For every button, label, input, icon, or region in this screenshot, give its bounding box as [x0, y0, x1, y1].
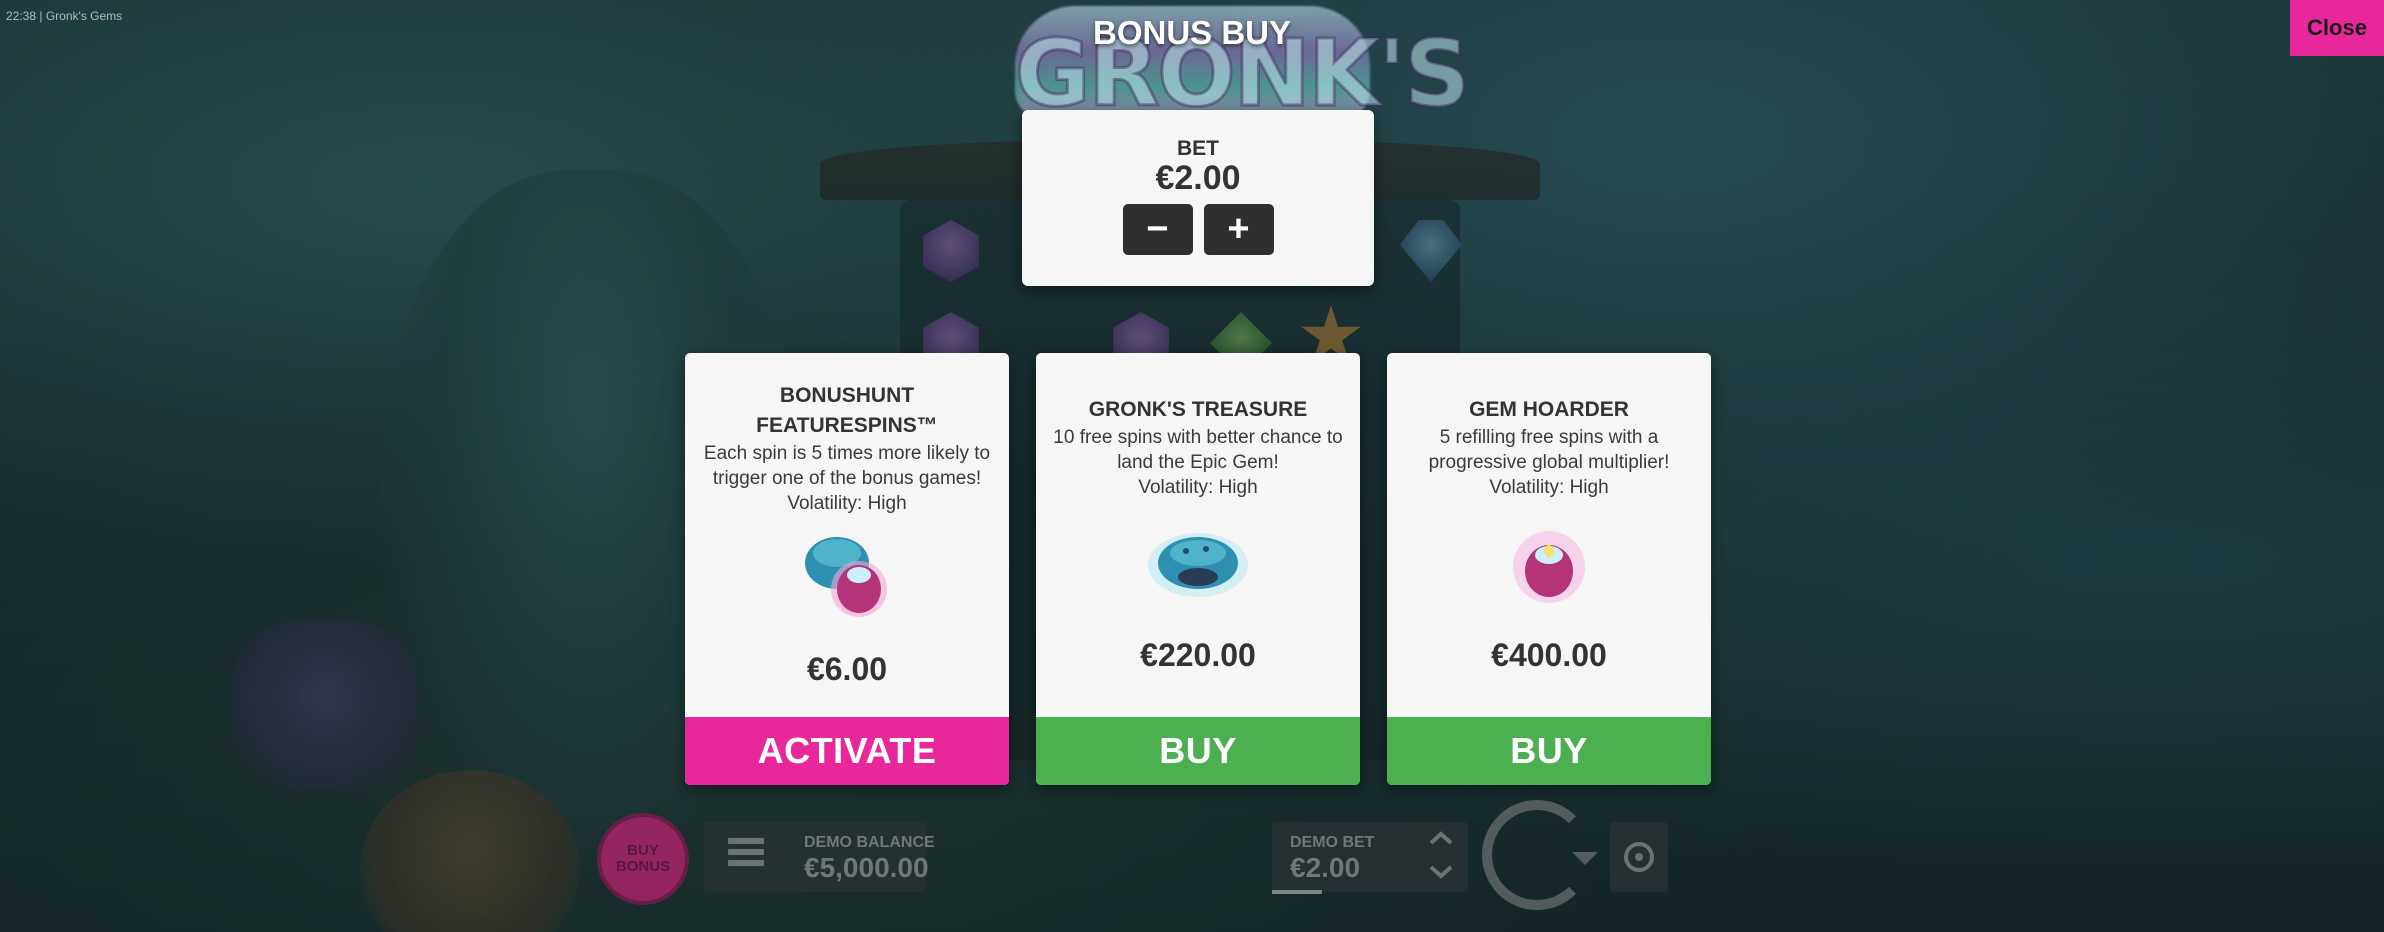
- offer-volatility: Volatility: High: [787, 493, 907, 514]
- offer-description: 10 free spins with better chance to land…: [1053, 427, 1343, 473]
- autoplay-button[interactable]: [1610, 822, 1668, 892]
- offer-price: €220.00: [1140, 637, 1256, 673]
- buy-button[interactable]: BUY: [1036, 717, 1360, 785]
- offer-card-gem-hoarder: GEM HOARDER 5 refilling free spins with …: [1387, 353, 1711, 785]
- demo-bet-value: €2.00: [1290, 852, 1361, 883]
- gronk-and-sack-icon: [805, 537, 887, 617]
- offer-description: Each spin is 5 times more likely to trig…: [703, 443, 991, 489]
- spin-icon[interactable]: [1482, 800, 1598, 910]
- modal-title: BONUS BUY: [1092, 14, 1292, 51]
- gronk-head-icon: [1148, 533, 1248, 597]
- offer-description: 5 refilling free spins with a progressiv…: [1428, 427, 1670, 473]
- balance-label: DEMO BALANCE: [804, 834, 935, 851]
- decrease-bet-button[interactable]: −: [1122, 203, 1193, 255]
- buy-button[interactable]: BUY: [1387, 717, 1711, 785]
- bet-level-bar: [1272, 890, 1322, 894]
- demo-bet-label: DEMO BET: [1290, 834, 1375, 851]
- offer-volatility: Volatility: High: [1489, 477, 1609, 498]
- bet-label: BET: [1177, 137, 1219, 160]
- menu-icon[interactable]: [728, 838, 764, 870]
- offer-card-bonushunt: BONUSHUNT FEATURESPINS™ Each spin is 5 t…: [685, 353, 1009, 785]
- offer-title: GRONK'S TREASURE: [1088, 398, 1308, 421]
- bottom-hud: BUY BONUS DEMO BALANCE €5,000.00 DEMO BE…: [0, 800, 2384, 932]
- chevron-down-icon[interactable]: [1428, 864, 1454, 880]
- close-button[interactable]: Close: [2290, 0, 2384, 56]
- offer-title: GEM HOARDER: [1469, 398, 1629, 421]
- offer-volatility: Volatility: High: [1138, 477, 1258, 498]
- gem-sack-icon: [1513, 531, 1585, 603]
- buy-bonus-button[interactable]: BUY BONUS: [597, 813, 689, 905]
- increase-bet-button[interactable]: +: [1203, 203, 1274, 255]
- offer-price: €400.00: [1491, 637, 1607, 673]
- bet-panel: BET €2.00 − +: [1022, 110, 1374, 286]
- bet-value: €2.00: [1155, 159, 1241, 197]
- autoplay-icon: [1624, 842, 1654, 872]
- chevron-up-icon[interactable]: [1428, 830, 1454, 846]
- offer-card-gronks-treasure: GRONK'S TREASURE 10 free spins with bett…: [1036, 353, 1360, 785]
- offer-title: BONUSHUNT FEATURESPINS™: [756, 384, 938, 437]
- offer-price: €6.00: [806, 651, 888, 687]
- balance-value: €5,000.00: [804, 852, 929, 883]
- activate-button[interactable]: ACTIVATE: [685, 717, 1009, 785]
- bet-controls: − +: [1022, 203, 1374, 255]
